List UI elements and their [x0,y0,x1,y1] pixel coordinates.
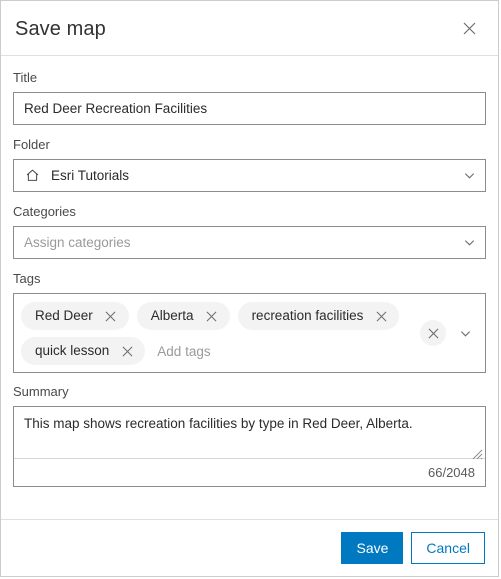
close-icon[interactable] [372,307,390,325]
tag-label: Alberta [150,308,194,324]
summary-textarea-holder [14,407,485,460]
list-item[interactable]: Red Deer [21,302,129,330]
tags-list: Red Deer Alberta recreation facilities q… [21,301,420,365]
save-button[interactable]: Save [341,532,404,564]
close-icon[interactable] [102,307,120,325]
categories-select[interactable]: Assign categories [13,226,486,259]
summary-field-group: Summary 66/2048 [13,384,486,487]
folder-select[interactable]: Esri Tutorials [13,159,486,192]
summary-textarea[interactable] [14,407,485,459]
save-map-dialog: Save map Title Folder Esri Tutorials [0,0,499,577]
character-counter: 66/2048 [428,465,475,480]
list-item[interactable]: quick lesson [21,337,146,365]
tags-label: Tags [13,271,41,286]
close-icon[interactable] [420,320,446,346]
chevron-down-icon[interactable] [457,325,473,341]
categories-field-group: Categories Assign categories [13,204,486,259]
tag-label: quick lesson [35,343,110,359]
folder-label: Folder [13,137,50,152]
close-icon[interactable] [203,307,221,325]
chevron-down-icon [461,168,477,184]
summary-label: Summary [13,384,69,399]
chevron-down-icon [461,235,477,251]
categories-placeholder: Assign categories [24,235,131,250]
close-icon[interactable] [456,15,482,41]
folder-field-group: Folder Esri Tutorials [13,137,486,192]
add-tags-input[interactable] [153,337,288,365]
close-icon[interactable] [118,342,136,360]
summary-container: 66/2048 [13,406,486,487]
title-field-group: Title [13,70,486,125]
tags-actions [420,320,481,346]
title-label: Title [13,70,38,85]
tags-field-group: Tags Red Deer Alberta recreation facilit… [13,271,486,373]
dialog-body: Title Folder Esri Tutorials [1,56,498,519]
title-input[interactable] [13,92,486,125]
dialog-footer: Save Cancel [1,519,498,576]
list-item[interactable]: recreation facilities [237,302,400,330]
categories-label: Categories [13,204,76,219]
tag-label: Red Deer [35,308,93,324]
dialog-header: Save map [1,1,498,56]
cancel-button[interactable]: Cancel [411,532,485,564]
tag-label: recreation facilities [251,308,364,324]
list-item[interactable]: Alberta [136,302,230,330]
folder-value: Esri Tutorials [51,168,130,183]
tags-container[interactable]: Red Deer Alberta recreation facilities q… [13,293,486,373]
page-title: Save map [15,17,106,40]
home-icon [24,167,41,184]
